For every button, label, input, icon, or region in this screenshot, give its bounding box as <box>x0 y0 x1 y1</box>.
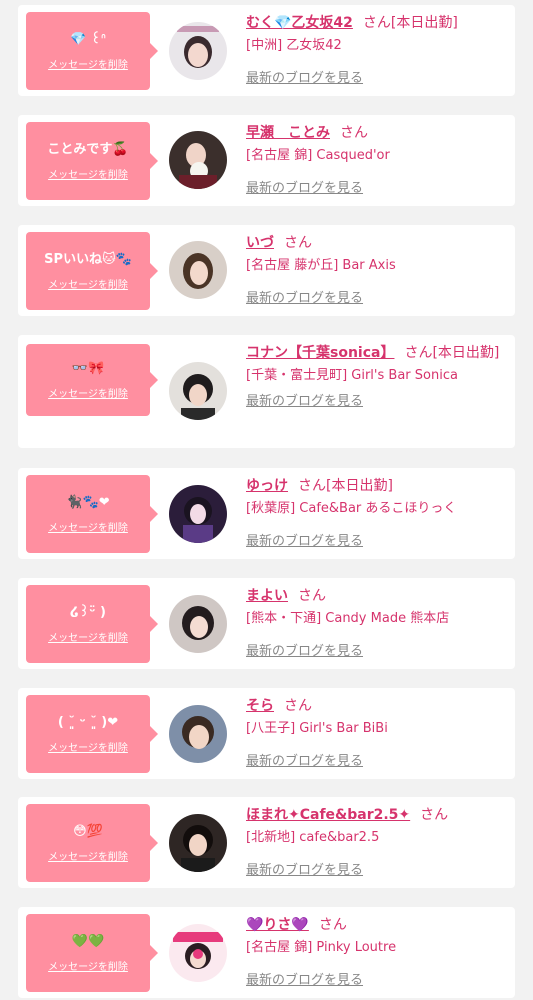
message-bubble: ໒꒱ᵕ̈ ) メッセージを削除 <box>26 585 158 663</box>
message-text: SPいいね🐱🐾 <box>44 251 132 267</box>
latest-blog-link[interactable]: 最新のブログを見る <box>246 971 509 991</box>
user-name-link[interactable]: むく💎乙女坂42 <box>246 15 353 31</box>
message-card: ことみです🍒 メッセージを削除 早瀬 ことみ さん [名古屋 錦] Casqued… <box>18 115 515 206</box>
message-bubble: 🐈‍⬛🐾❤ メッセージを削除 <box>26 475 158 553</box>
user-name-link[interactable]: コナン【千葉sonica】 <box>246 345 394 361</box>
avatar[interactable] <box>169 924 227 982</box>
message-bubble: 👓🎀 メッセージを削除 <box>26 344 158 416</box>
delete-message-link[interactable]: メッセージを削除 <box>48 385 128 400</box>
honorific: さん <box>420 807 449 823</box>
message-text: 🐈‍⬛🐾❤ <box>66 494 110 510</box>
shop-label: [名古屋 錦] Pinky Loutre <box>246 940 397 955</box>
message-card: 😳💯 メッセージを削除 ほまれ✦Cafe&bar2.5✦ さん [北新地] caf… <box>18 797 515 888</box>
avatar[interactable] <box>169 814 227 872</box>
avatar[interactable] <box>169 485 227 543</box>
message-bubble: ことみです🍒 メッセージを削除 <box>26 122 158 200</box>
message-text: ( ˘͈ ᵕ ˘͈ )❤ <box>57 714 119 730</box>
honorific: さん <box>284 698 312 714</box>
shop-label: [名古屋 錦] Casqued'or <box>246 148 390 163</box>
shop-label: [北新地] cafe&bar2.5 <box>246 830 380 845</box>
message-card: ໒꒱ᵕ̈ ) メッセージを削除 まよい さん [熊本・下通] Candy Made… <box>18 578 515 669</box>
user-name-link[interactable]: ゆっけ <box>246 478 288 494</box>
card-info: いづ さん [名古屋 藤が丘] Bar Axis 最新のブログを見る <box>246 232 509 309</box>
delete-message-link[interactable]: メッセージを削除 <box>48 848 128 863</box>
message-card: 👓🎀 メッセージを削除 コナン【千葉sonica】 さん[本日出勤] [千葉・富士… <box>18 335 515 448</box>
delete-message-link[interactable]: メッセージを削除 <box>48 276 128 291</box>
delete-message-link[interactable]: メッセージを削除 <box>48 56 128 71</box>
message-text: 😳💯 <box>73 823 103 839</box>
message-text: ໒꒱ᵕ̈ ) <box>70 604 106 620</box>
message-bubble: ( ˘͈ ᵕ ˘͈ )❤ メッセージを削除 <box>26 695 158 773</box>
honorific: さん <box>318 917 347 933</box>
avatar[interactable] <box>169 131 227 189</box>
latest-blog-link[interactable]: 最新のブログを見る <box>246 69 509 89</box>
latest-blog-link[interactable]: 最新のブログを見る <box>246 752 509 772</box>
message-bubble: 😳💯 メッセージを削除 <box>26 804 158 882</box>
shop-label: [秋葉原] Cafe&Bar あるこほりっく <box>246 501 457 516</box>
message-card: 🐈‍⬛🐾❤ メッセージを削除 ゆっけ さん[本日出勤] [秋葉原] Cafe&Ba… <box>18 468 515 559</box>
message-list: 💎 ꒰ᐢ メッセージを削除 むく💎乙女坂42 さん[本日出勤] [中洲] 乙女坂4… <box>0 0 533 1000</box>
message-card: SPいいね🐱🐾 メッセージを削除 いづ さん [名古屋 藤が丘] Bar Axis… <box>18 225 515 316</box>
honorific: さん <box>340 125 368 141</box>
delete-message-link[interactable]: メッセージを削除 <box>48 629 128 644</box>
latest-blog-link[interactable]: 最新のブログを見る <box>246 289 509 309</box>
message-text: ことみです🍒 <box>47 141 129 157</box>
message-card: ( ˘͈ ᵕ ˘͈ )❤ メッセージを削除 そら さん [八王子] Girl's … <box>18 688 515 779</box>
latest-blog-link[interactable]: 最新のブログを見る <box>246 642 509 662</box>
message-bubble: SPいいね🐱🐾 メッセージを削除 <box>26 232 158 310</box>
card-info: むく💎乙女坂42 さん[本日出勤] [中洲] 乙女坂42 最新のブログを見る <box>246 12 509 89</box>
card-info: そら さん [八王子] Girl's Bar BiBi 最新のブログを見る <box>246 695 509 772</box>
latest-blog-link[interactable]: 最新のブログを見る <box>246 861 509 881</box>
delete-message-link[interactable]: メッセージを削除 <box>48 739 128 754</box>
shop-label: [熊本・下通] Candy Made 熊本店 <box>246 611 450 626</box>
latest-blog-link[interactable]: 最新のブログを見る <box>246 392 509 412</box>
honorific: さん <box>284 235 312 251</box>
message-text: 👓🎀 <box>71 360 105 376</box>
user-name-link[interactable]: まよい <box>246 588 288 604</box>
message-text: 💚💚 <box>71 933 105 949</box>
card-info: 早瀬 ことみ さん [名古屋 錦] Casqued'or 最新のブログを見る <box>246 122 509 199</box>
honorific: さん[本日出勤] <box>298 478 393 494</box>
user-name-link[interactable]: いづ <box>246 235 274 251</box>
avatar[interactable] <box>169 705 227 763</box>
user-name-link[interactable]: ほまれ✦Cafe&bar2.5✦ <box>246 807 410 823</box>
honorific: さん[本日出勤] <box>404 345 500 361</box>
avatar[interactable] <box>169 362 227 420</box>
latest-blog-link[interactable]: 最新のブログを見る <box>246 179 509 199</box>
shop-label: [八王子] Girl's Bar BiBi <box>246 721 388 736</box>
shop-label: [名古屋 藤が丘] Bar Axis <box>246 258 396 273</box>
message-card: 💎 ꒰ᐢ メッセージを削除 むく💎乙女坂42 さん[本日出勤] [中洲] 乙女坂4… <box>18 5 515 96</box>
card-info: ほまれ✦Cafe&bar2.5✦ さん [北新地] cafe&bar2.5 最新の… <box>246 804 509 881</box>
shop-label: [千葉・富士見町] Girl's Bar Sonica <box>246 368 458 383</box>
avatar[interactable] <box>169 595 227 653</box>
card-info: ゆっけ さん[本日出勤] [秋葉原] Cafe&Bar あるこほりっく 最新のブロ… <box>246 475 509 552</box>
message-bubble: 💚💚 メッセージを削除 <box>26 914 158 992</box>
message-text: 💎 ꒰ᐢ <box>70 31 106 47</box>
delete-message-link[interactable]: メッセージを削除 <box>48 519 128 534</box>
latest-blog-link[interactable]: 最新のブログを見る <box>246 532 509 552</box>
honorific: さん[本日出勤] <box>362 15 458 31</box>
message-bubble: 💎 ꒰ᐢ メッセージを削除 <box>26 12 158 90</box>
honorific: さん <box>298 588 326 604</box>
delete-message-link[interactable]: メッセージを削除 <box>48 166 128 181</box>
message-card: 💚💚 メッセージを削除 💜りさ💜 さん [名古屋 錦] Pinky Loutre … <box>18 907 515 998</box>
avatar[interactable] <box>169 22 227 80</box>
card-info: まよい さん [熊本・下通] Candy Made 熊本店 最新のブログを見る <box>246 585 509 662</box>
card-info: コナン【千葉sonica】 さん[本日出勤] [千葉・富士見町] Girl's B… <box>246 342 509 412</box>
shop-label: [中洲] 乙女坂42 <box>246 38 342 53</box>
user-name-link[interactable]: そら <box>246 698 274 714</box>
user-name-link[interactable]: 💜りさ💜 <box>246 917 309 933</box>
avatar[interactable] <box>169 241 227 299</box>
user-name-link[interactable]: 早瀬 ことみ <box>246 125 330 141</box>
delete-message-link[interactable]: メッセージを削除 <box>48 958 128 973</box>
card-info: 💜りさ💜 さん [名古屋 錦] Pinky Loutre 最新のブログを見る <box>246 914 509 991</box>
